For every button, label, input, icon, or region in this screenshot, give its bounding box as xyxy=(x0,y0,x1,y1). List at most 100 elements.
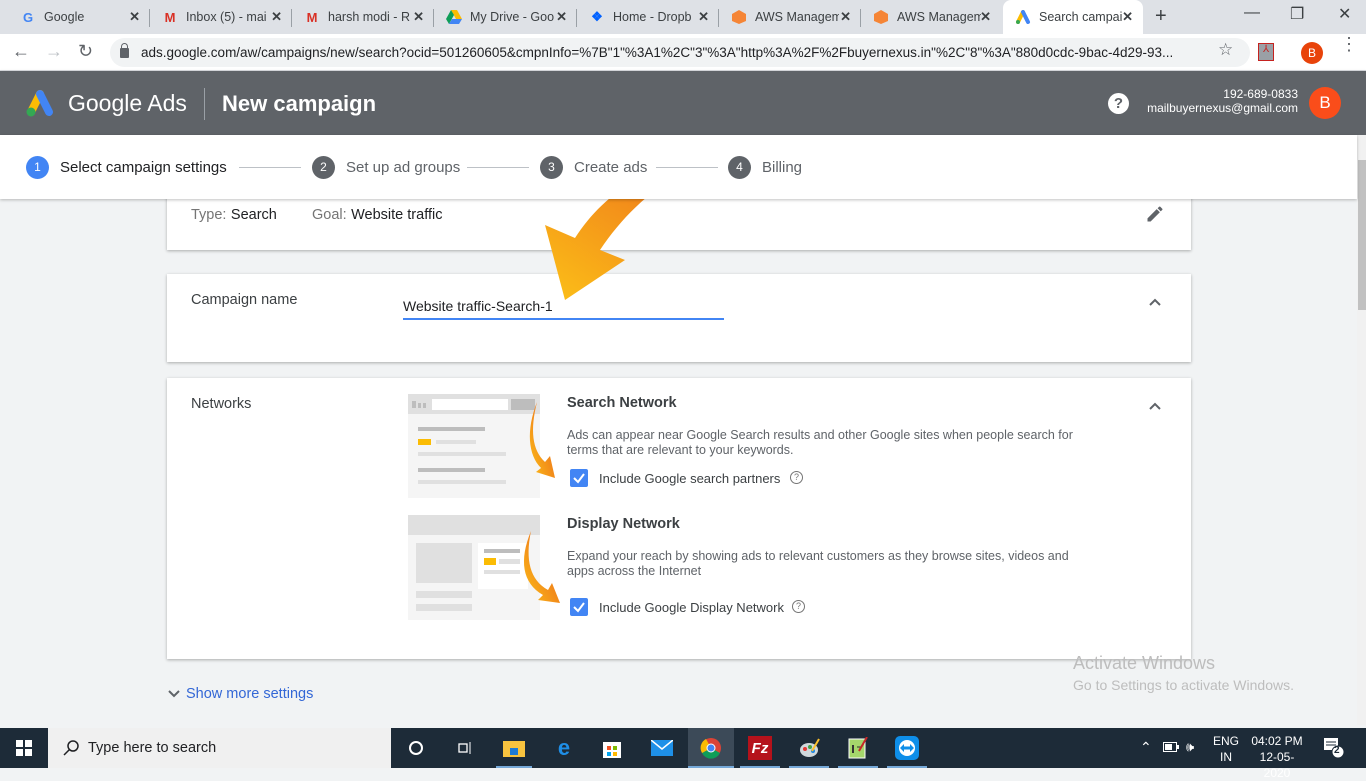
networks-label: Networks xyxy=(191,396,252,412)
kebab-menu-icon[interactable]: ⋮ xyxy=(1340,35,1358,53)
taskbar-search-box[interactable]: Type here to search xyxy=(48,728,391,768)
close-tab-icon[interactable]: ✕ xyxy=(840,9,851,25)
bookmark-star-icon[interactable]: ☆ xyxy=(1218,40,1233,60)
close-window-button[interactable]: ✕ xyxy=(1338,4,1351,24)
lock-icon xyxy=(120,42,129,58)
battery-icon[interactable] xyxy=(1163,741,1179,781)
browser-tab[interactable]: G Google ✕ xyxy=(0,0,150,34)
minimize-button[interactable]: — xyxy=(1244,4,1260,22)
display-network-illustration xyxy=(408,515,540,620)
google-ads-icon xyxy=(1015,9,1031,25)
language-indicator[interactable]: ENG IN xyxy=(1213,733,1239,773)
header-divider xyxy=(204,88,205,120)
goal-value: Website traffic xyxy=(351,207,443,223)
reload-icon[interactable]: ↻ xyxy=(78,41,93,62)
browser-tab[interactable]: AWS Managem ✕ xyxy=(861,0,1001,34)
help-question-icon[interactable]: ? xyxy=(792,600,805,613)
browser-tab[interactable]: M Inbox (5) - mai ✕ xyxy=(150,0,292,34)
step-select-campaign-settings[interactable]: 1 Select campaign settings xyxy=(26,156,227,179)
windows-taskbar: Type here to search e Fz ⌃ 🕪 ENG IN 04:0… xyxy=(0,728,1366,780)
campaign-name-label: Campaign name xyxy=(191,292,298,308)
address-bar[interactable]: ads.google.com/aw/campaigns/new/search?o… xyxy=(110,38,1250,67)
action-center-icon[interactable]: 2 xyxy=(1323,736,1345,776)
new-tab-button[interactable]: + xyxy=(1155,5,1167,28)
browser-toolbar: ← → ↻ ads.google.com/aw/campaigns/new/se… xyxy=(0,34,1366,71)
profile-avatar[interactable]: B xyxy=(1301,42,1323,64)
start-button[interactable] xyxy=(0,728,48,768)
collapse-chevron-up-icon[interactable] xyxy=(1148,399,1162,413)
search-partners-checkbox[interactable] xyxy=(570,469,588,487)
display-network-checkbox[interactable] xyxy=(570,598,588,616)
notification-count: 2 xyxy=(1334,745,1340,756)
close-tab-icon[interactable]: ✕ xyxy=(556,9,567,25)
browser-tab[interactable]: ❖ Home - Dropb ✕ xyxy=(577,0,719,34)
account-email: mailbuyernexus@gmail.com xyxy=(1147,101,1298,115)
back-icon[interactable]: ← xyxy=(12,41,30,62)
close-tab-icon[interactable]: ✕ xyxy=(980,9,991,25)
chrome-icon[interactable] xyxy=(699,736,723,760)
step-connector xyxy=(239,167,301,168)
account-phone: 192-689-0833 xyxy=(1223,87,1298,101)
step-set-up-ad-groups[interactable]: 2 Set up ad groups xyxy=(312,156,460,179)
browser-tab-active[interactable]: Search campai ✕ xyxy=(1003,0,1143,34)
restore-button[interactable]: ❐ xyxy=(1290,4,1304,24)
close-tab-icon[interactable]: ✕ xyxy=(129,9,140,25)
scrollbar-thumb[interactable] xyxy=(1358,160,1366,310)
forward-icon[interactable]: → xyxy=(45,41,63,62)
show-more-settings-link[interactable]: Show more settings xyxy=(167,686,313,702)
display-network-title: Display Network xyxy=(567,516,680,532)
mail-icon[interactable] xyxy=(650,736,674,760)
pdf-extension-icon[interactable]: ⅄ xyxy=(1258,43,1274,61)
close-tab-icon[interactable]: ✕ xyxy=(271,9,282,25)
help-icon[interactable]: ? xyxy=(1108,93,1129,114)
account-avatar[interactable]: B xyxy=(1309,87,1341,119)
paint-icon[interactable] xyxy=(797,736,821,760)
file-explorer-icon[interactable] xyxy=(502,736,526,760)
store-icon[interactable] xyxy=(600,736,624,760)
display-network-label: Include Google Display Network xyxy=(599,600,784,615)
drive-icon xyxy=(446,9,462,25)
chevron-down-icon xyxy=(168,690,180,698)
notepad-plus-icon[interactable] xyxy=(846,736,870,760)
brand-name: Google Ads xyxy=(68,90,187,116)
activate-windows-watermark: Activate Windows Go to Settings to activ… xyxy=(1073,653,1294,693)
page-title: New campaign xyxy=(222,91,377,116)
display-network-description: Expand your reach by showing ads to rele… xyxy=(567,549,1069,578)
campaign-name-input[interactable] xyxy=(403,291,724,320)
gmail-icon: M xyxy=(164,9,176,25)
filezilla-icon[interactable]: Fz xyxy=(748,736,772,760)
clock[interactable]: 04:02 PM 12-05-2020 xyxy=(1249,733,1305,780)
browser-tab[interactable]: M harsh modi - R ✕ xyxy=(292,0,434,34)
dropbox-icon: ❖ xyxy=(591,9,603,24)
account-info[interactable]: 192-689-0833 mailbuyernexus@gmail.com xyxy=(1147,87,1298,115)
google-ads-logo xyxy=(26,90,53,117)
close-tab-icon[interactable]: ✕ xyxy=(698,9,709,25)
type-label: Type: xyxy=(191,207,227,223)
help-question-icon[interactable]: ? xyxy=(790,471,803,484)
close-tab-icon[interactable]: ✕ xyxy=(413,9,424,25)
edit-pencil-icon[interactable] xyxy=(1145,204,1165,224)
goal-label: Goal: xyxy=(312,207,347,223)
windows-logo-icon xyxy=(16,740,32,756)
collapse-chevron-up-icon[interactable] xyxy=(1148,295,1162,309)
search-partners-label: Include Google search partners xyxy=(599,471,781,486)
step-billing[interactable]: 4 Billing xyxy=(728,156,802,179)
aws-icon xyxy=(873,9,889,25)
type-value: Search xyxy=(230,207,277,223)
campaign-stepper: 1 Select campaign settings 2 Set up ad g… xyxy=(0,135,1357,199)
volume-icon[interactable]: 🕪 xyxy=(1186,739,1194,779)
cortana-icon[interactable] xyxy=(404,736,428,760)
search-icon xyxy=(63,740,79,756)
close-tab-icon[interactable]: ✕ xyxy=(1122,9,1133,25)
task-view-icon[interactable] xyxy=(452,736,476,760)
browser-tab[interactable]: My Drive - Goo ✕ xyxy=(434,0,577,34)
browser-tab-strip: G Google ✕ M Inbox (5) - mai ✕ M harsh m… xyxy=(0,0,1366,34)
aws-icon xyxy=(731,9,747,25)
browser-tab[interactable]: AWS Managem ✕ xyxy=(719,0,861,34)
show-hidden-icons[interactable]: ⌃ xyxy=(1140,739,1152,779)
teamviewer-icon[interactable] xyxy=(895,736,919,760)
edge-icon[interactable]: e xyxy=(552,735,576,760)
ads-header: Google Ads New campaign ? 192-689-0833 m… xyxy=(0,71,1366,135)
step-connector xyxy=(467,167,529,168)
step-create-ads[interactable]: 3 Create ads xyxy=(540,156,647,179)
